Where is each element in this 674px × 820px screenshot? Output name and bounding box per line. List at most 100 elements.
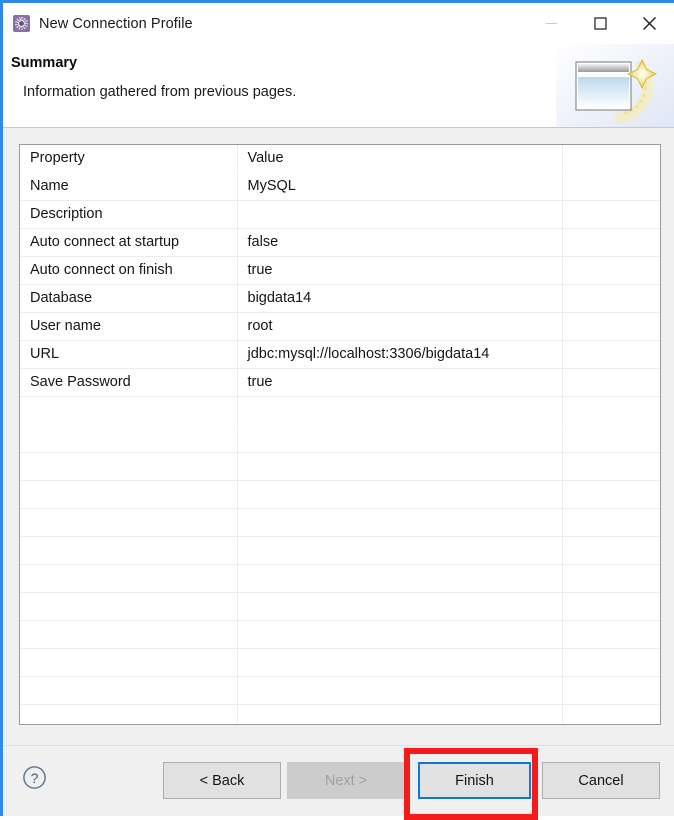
table-header-row: Property Value <box>20 145 660 173</box>
row-property: User name <box>20 312 238 341</box>
row-value: root <box>237 312 563 341</box>
next-button: Next > <box>287 762 405 799</box>
table-row[interactable]: URL jdbc:mysql://localhost:3306/bigdata1… <box>20 340 660 369</box>
empty-cell <box>237 592 563 621</box>
empty-cell <box>237 676 563 705</box>
table-empty-row[interactable] <box>20 508 660 537</box>
table-empty-row[interactable] <box>20 592 660 621</box>
empty-cell <box>237 536 563 565</box>
row-property: URL <box>20 340 238 369</box>
table-empty-row[interactable] <box>20 396 660 425</box>
empty-cell <box>20 648 238 677</box>
row-extra <box>562 172 660 201</box>
close-icon <box>643 17 656 30</box>
empty-cell <box>237 620 563 649</box>
row-extra <box>562 228 660 257</box>
empty-cell <box>237 480 563 509</box>
empty-cell <box>562 704 660 724</box>
table-empty-row[interactable] <box>20 452 660 481</box>
summary-table-empty-rows <box>20 396 660 724</box>
row-value: jdbc:mysql://localhost:3306/bigdata14 <box>237 340 563 369</box>
summary-table: Property Value Name MySQL Description Au… <box>20 145 660 724</box>
empty-cell <box>20 452 238 481</box>
empty-cell <box>20 508 238 537</box>
empty-cell <box>237 452 563 481</box>
table-row[interactable]: Database bigdata14 <box>20 284 660 313</box>
row-value: true <box>237 256 563 285</box>
table-empty-row[interactable] <box>20 676 660 705</box>
empty-cell <box>20 424 238 453</box>
empty-cell <box>562 564 660 593</box>
empty-cell <box>562 480 660 509</box>
dialog-body: Property Value Name MySQL Description Au… <box>3 128 674 745</box>
table-empty-row[interactable] <box>20 564 660 593</box>
table-empty-row[interactable] <box>20 704 660 724</box>
table-row[interactable]: Description <box>20 200 660 229</box>
title-bar: New Connection Profile <box>3 3 674 44</box>
empty-cell <box>20 564 238 593</box>
row-property: Name <box>20 172 238 201</box>
maximize-button[interactable] <box>576 3 625 44</box>
empty-cell <box>237 564 563 593</box>
empty-cell <box>562 536 660 565</box>
row-extra <box>562 368 660 397</box>
page-title: Summary <box>11 55 78 71</box>
table-row[interactable]: User name root <box>20 312 660 341</box>
table-row[interactable]: Name MySQL <box>20 172 660 201</box>
table-row[interactable]: Auto connect at startup false <box>20 228 660 257</box>
row-extra <box>562 284 660 313</box>
row-property: Auto connect on finish <box>20 256 238 285</box>
empty-cell <box>237 396 563 425</box>
empty-cell <box>20 480 238 509</box>
table-empty-row[interactable] <box>20 424 660 453</box>
help-button[interactable]: ? <box>22 765 47 790</box>
row-property: Description <box>20 200 238 229</box>
empty-cell <box>20 704 238 724</box>
dialog-footer: ? < Back Next > Finish Cancel <box>3 745 674 816</box>
row-value: false <box>237 228 563 257</box>
empty-cell <box>20 536 238 565</box>
close-button[interactable] <box>625 3 674 44</box>
empty-cell <box>562 676 660 705</box>
finish-button[interactable]: Finish <box>418 762 531 799</box>
page-subtitle: Information gathered from previous pages… <box>23 84 297 100</box>
minimize-button[interactable] <box>527 3 576 44</box>
row-extra <box>562 200 660 229</box>
row-extra <box>562 312 660 341</box>
table-empty-row[interactable] <box>20 536 660 565</box>
table-empty-row[interactable] <box>20 648 660 677</box>
empty-cell <box>562 396 660 425</box>
table-row[interactable]: Auto connect on finish true <box>20 256 660 285</box>
row-property: Save Password <box>20 368 238 397</box>
table-empty-row[interactable] <box>20 620 660 649</box>
empty-cell <box>237 424 563 453</box>
row-value: bigdata14 <box>237 284 563 313</box>
back-button[interactable]: < Back <box>163 762 281 799</box>
table-empty-row[interactable] <box>20 480 660 509</box>
empty-cell <box>237 508 563 537</box>
maximize-icon <box>594 17 607 30</box>
summary-table-container[interactable]: Property Value Name MySQL Description Au… <box>19 144 661 725</box>
empty-cell <box>562 592 660 621</box>
empty-cell <box>20 676 238 705</box>
row-extra <box>562 256 660 285</box>
column-header-blank <box>562 145 660 173</box>
connection-profile-icon <box>13 15 30 32</box>
empty-cell <box>20 592 238 621</box>
summary-table-body: Property Value Name MySQL Description Au… <box>20 145 660 397</box>
minimize-icon <box>546 23 557 24</box>
column-header-property: Property <box>20 145 238 173</box>
empty-cell <box>562 508 660 537</box>
empty-cell <box>562 452 660 481</box>
table-row[interactable]: Save Password true <box>20 368 660 397</box>
empty-cell <box>20 396 238 425</box>
wizard-header: Summary Information gathered from previo… <box>3 44 674 128</box>
row-property: Auto connect at startup <box>20 228 238 257</box>
svg-text:?: ? <box>31 770 39 786</box>
empty-cell <box>562 620 660 649</box>
empty-cell <box>562 424 660 453</box>
row-value <box>237 200 563 229</box>
row-value: MySQL <box>237 172 563 201</box>
cancel-button[interactable]: Cancel <box>542 762 660 799</box>
empty-cell <box>237 648 563 677</box>
